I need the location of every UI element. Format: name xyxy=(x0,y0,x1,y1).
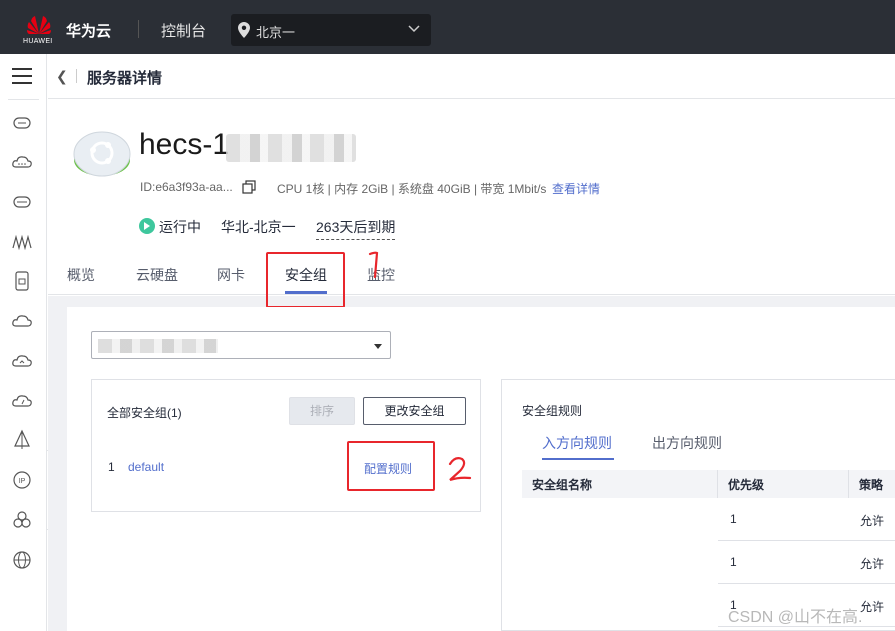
tab-outbound-rules[interactable]: 出方向规则 xyxy=(652,433,722,453)
running-status-icon xyxy=(139,218,155,234)
tab-inbound-rules[interactable]: 入方向规则 xyxy=(542,433,612,453)
security-group-name-link[interactable]: default xyxy=(128,460,164,474)
nic-select[interactable] xyxy=(91,331,391,359)
cloud-icon[interactable] xyxy=(11,151,33,173)
tab-overview[interactable]: 概览 xyxy=(67,265,95,285)
ip-icon[interactable]: IP xyxy=(11,469,33,491)
column-separator xyxy=(717,470,718,498)
annotation-box-1 xyxy=(266,252,345,308)
priority-cell: 1 xyxy=(730,555,737,569)
annotation-box-2 xyxy=(347,441,435,491)
network-wave-icon[interactable] xyxy=(11,231,33,253)
expiry-text[interactable]: 263天后到期 xyxy=(316,217,396,240)
cloud-server-icon[interactable] xyxy=(11,112,33,134)
deploy-icon[interactable] xyxy=(11,429,33,451)
zone-text: 华北-北京一 xyxy=(221,219,296,235)
server-os-icon xyxy=(73,131,131,177)
cloud-upload-icon[interactable] xyxy=(11,350,33,372)
watermark: CSDN @山不在高. xyxy=(728,609,863,626)
list-item-index: 1 xyxy=(108,460,115,474)
view-details-link[interactable]: 查看详情 xyxy=(552,180,600,197)
sg-list-title: 全部安全组(1) xyxy=(107,406,182,420)
cloud-refresh-icon[interactable] xyxy=(11,310,33,332)
policy-cell: 允许 xyxy=(860,514,885,528)
console-link[interactable]: 控制台 xyxy=(161,20,206,41)
redacted-hostname xyxy=(226,134,356,162)
redacted-selection xyxy=(98,339,218,353)
server-id: ID:e6a3f93a-aa... xyxy=(140,180,233,194)
annotation-number-2 xyxy=(448,457,472,482)
server-specs: CPU 1核 | 内存 2GiB | 系统盘 40GiB | 带宽 1Mbit/… xyxy=(277,182,547,196)
server-hostname: hecs-1 xyxy=(139,128,230,161)
location-pin-icon xyxy=(238,22,250,38)
copy-icon[interactable] xyxy=(242,180,256,194)
column-separator xyxy=(848,470,849,498)
column-header-policy: 策略 xyxy=(859,478,884,492)
divider xyxy=(138,20,139,38)
tab-nics[interactable]: 网卡 xyxy=(217,265,245,285)
detail-tabs: 概览 云硬盘 网卡 安全组 监控 xyxy=(48,253,895,295)
svg-text:IP: IP xyxy=(19,478,26,485)
rules-title: 安全组规则 xyxy=(522,404,583,418)
active-rule-tab-indicator xyxy=(542,458,614,460)
rules-table-header: 安全组名称 优先级 策略 xyxy=(522,470,895,498)
page-title: 服务器详情 xyxy=(87,70,163,87)
column-header-priority: 优先级 xyxy=(728,478,765,492)
page-header: ❮ 服务器详情 xyxy=(48,54,895,99)
caret-down-icon xyxy=(374,344,382,349)
table-row: 1 允许 xyxy=(718,498,895,541)
top-bar: HUAWEI 华为云 控制台 北京一 xyxy=(0,0,895,54)
brand-name[interactable]: 华为云 xyxy=(66,20,111,41)
storage-icon[interactable] xyxy=(11,191,33,213)
left-nav-rail: IP xyxy=(0,54,47,631)
rules-panel: 安全组规则 入方向规则 出方向规则 安全组名称 优先级 策略 1 允许 1 允许… xyxy=(501,379,895,631)
back-icon[interactable]: ❮ xyxy=(56,68,68,85)
cluster-icon[interactable] xyxy=(11,509,33,531)
chevron-down-icon xyxy=(408,25,420,33)
change-security-group-button[interactable]: 更改安全组 xyxy=(363,397,466,425)
status-text: 运行中 xyxy=(159,219,201,235)
cloud-gauge-icon[interactable] xyxy=(11,390,33,412)
rail-separator xyxy=(8,99,39,100)
region-selector[interactable]: 北京一 xyxy=(231,14,431,46)
logo-text: HUAWEI xyxy=(23,38,53,45)
policy-cell: 允许 xyxy=(860,557,885,571)
sort-button[interactable]: 排序 xyxy=(289,397,355,425)
device-icon[interactable] xyxy=(11,270,33,292)
priority-cell: 1 xyxy=(730,512,737,526)
globe-icon[interactable] xyxy=(11,549,33,571)
tab-disks[interactable]: 云硬盘 xyxy=(136,265,178,285)
menu-icon[interactable] xyxy=(12,68,32,84)
divider xyxy=(76,69,77,83)
column-header-sg-name: 安全组名称 xyxy=(532,478,593,492)
table-row: 1 允许 xyxy=(718,541,895,584)
annotation-number-1 xyxy=(368,251,379,279)
region-label: 北京一 xyxy=(256,25,296,40)
policy-cell: 允许 xyxy=(860,600,885,614)
